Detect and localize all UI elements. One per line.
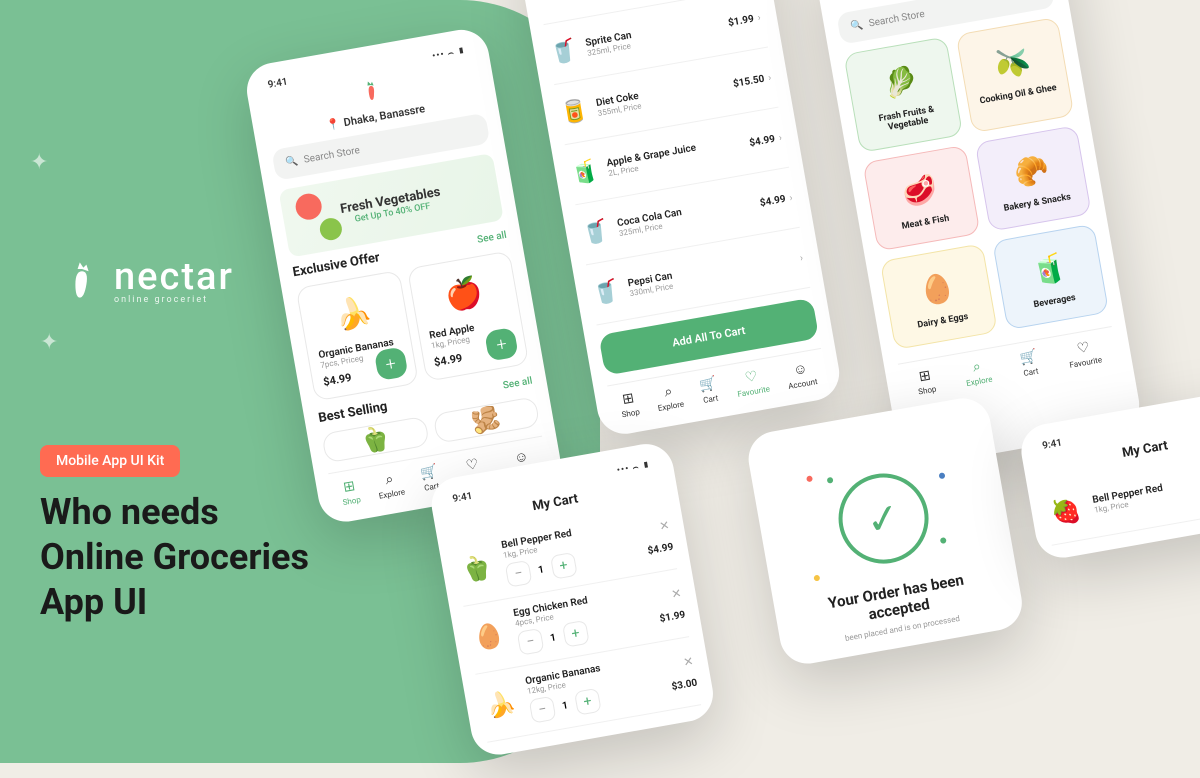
decrease-button[interactable]: − [505, 560, 533, 588]
chevron-right-icon: › [778, 132, 783, 143]
tab-shop[interactable]: ⊞Shop [618, 390, 641, 421]
shop-icon: ⊞ [342, 478, 356, 496]
section-bestselling: Best Selling [317, 399, 388, 426]
sparkle-icon: ✦ [40, 330, 58, 355]
tab-favourite[interactable]: ♡Favourite [734, 367, 771, 400]
tab-cart[interactable]: 🛒Cart [1018, 349, 1040, 379]
product-card[interactable]: 🍎Red Apple1kg, Priceg$4.99+ [406, 250, 529, 381]
product-card[interactable]: 🍌Organic Bananas7pcs, Priceg$4.99+ [296, 270, 419, 401]
heart-icon: ♡ [465, 456, 480, 474]
category-card[interactable]: 🥚Dairy & Eggs [880, 243, 998, 350]
cart-icon: 🛒 [419, 463, 439, 482]
category-card[interactable]: 🥐Bakery & Snacks [974, 125, 1092, 232]
chevron-right-icon: › [757, 12, 762, 23]
search-icon: 🔍 [285, 156, 299, 169]
screen-explore: 9:41••• ⌢ ▮ Find Products 🔍Search Store … [812, 0, 1144, 470]
tab-cart[interactable]: 🛒Cart [698, 376, 720, 407]
increase-button[interactable]: + [562, 620, 590, 648]
tab-account[interactable]: ☺Account [784, 358, 818, 391]
tab-explore[interactable]: ⌕Explore [375, 470, 406, 502]
screen-cart: 9:41••• ⌢ ▮ My Cart 🫑Bell Pepper Red1kg,… [427, 440, 717, 759]
chevron-right-icon: › [799, 252, 804, 263]
remove-button[interactable]: ✕ [667, 653, 695, 671]
decrease-button[interactable]: − [529, 696, 557, 724]
tab-explore[interactable]: ⌕Explore [962, 357, 993, 388]
increase-button[interactable]: + [574, 688, 602, 716]
brand-name: nectar [114, 255, 234, 299]
explore-icon: ⌕ [384, 471, 395, 488]
tab-favourite[interactable]: ♡Favourite [1066, 338, 1103, 370]
tab-shop[interactable]: ⊞Shop [914, 367, 937, 397]
pin-icon: 📍 [325, 117, 341, 132]
sparkle-icon: ✦ [30, 150, 48, 175]
chevron-right-icon: › [767, 72, 772, 83]
remove-button[interactable]: ✕ [643, 517, 671, 535]
increase-button[interactable]: + [550, 552, 578, 580]
see-all-link[interactable]: See all [502, 376, 533, 392]
status-icons: ••• ⌢ ▮ [431, 46, 466, 62]
decrease-button[interactable]: − [517, 628, 545, 656]
headline: Who needs Online Groceries App UI [40, 490, 309, 625]
success-badge: ✓ [831, 467, 935, 571]
brand-logo: nectar online groceriet [60, 255, 234, 305]
tab-explore[interactable]: ⌕Explore [654, 382, 685, 414]
see-all-link[interactable]: See all [476, 230, 507, 246]
category-card[interactable]: 🥬Frash Fruits & Vegetable [843, 37, 962, 153]
carrot-icon [60, 258, 104, 302]
search-icon: 🔍 [850, 20, 864, 33]
screen-success: ✓ Your Order has beenaccepted been place… [744, 394, 1026, 668]
remove-button[interactable]: ✕ [655, 585, 683, 603]
chevron-right-icon: › [788, 192, 793, 203]
category-card[interactable]: 🫒Cooking Oil & Ghee [955, 17, 1074, 133]
check-icon: ✓ [862, 493, 903, 545]
category-card[interactable]: 🧃Beverages [992, 224, 1110, 331]
tab-shop[interactable]: ⊞Shop [339, 477, 362, 508]
category-card[interactable]: 🥩Meat & Fish [862, 145, 980, 252]
marketing-tag: Mobile App UI Kit [40, 445, 180, 477]
